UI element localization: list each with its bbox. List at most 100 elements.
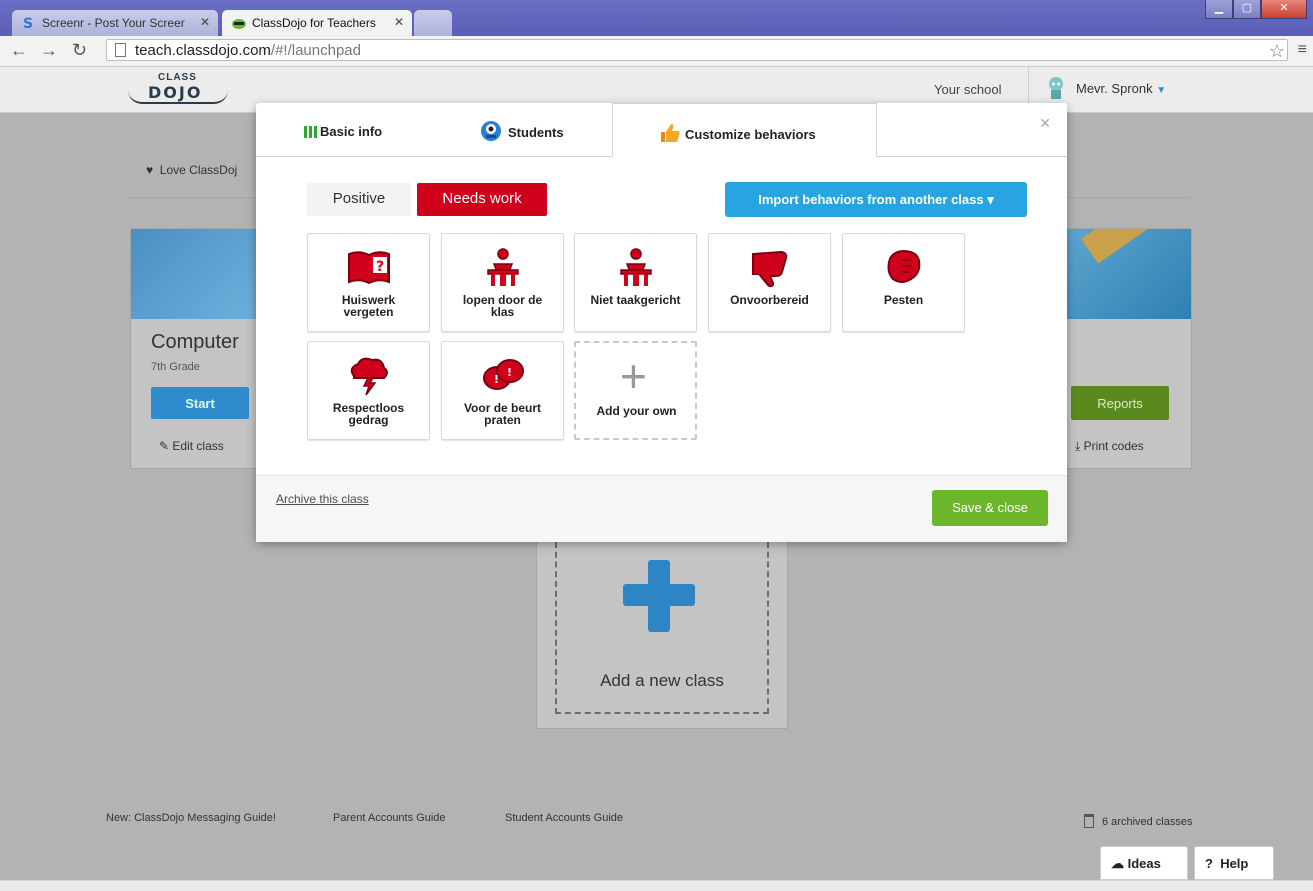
window-controls: ▁ ▢ ✕ [1205,0,1307,19]
add-class-card[interactable]: Add a new class [536,535,788,729]
behavior-label: Onvoorbereid [730,293,809,307]
horizontal-scrollbar[interactable] [0,880,1313,891]
archive-class-link[interactable]: Archive this class [276,492,369,506]
bookmark-star-icon[interactable]: ☆ [1269,41,1285,62]
behavior-label: Niet taakgericht [590,293,681,307]
window-close-icon[interactable]: ✕ [1261,0,1307,19]
student-guide-link[interactable]: Student Accounts Guide [505,812,623,824]
help-label: Help [1220,856,1249,871]
modal-footer: Archive this class Save & close [256,475,1067,542]
thumbs-up-icon [661,124,680,142]
svg-text:?: ? [376,259,384,275]
storm-cloud-icon [350,357,388,396]
plus-icon: + [620,350,647,402]
browser-tab-label: ClassDojo for Teachers [252,16,376,30]
close-icon[interactable]: ✕ [200,15,210,29]
cloud-icon: ☁ [1111,856,1124,871]
love-label: Love ClassDoj [159,163,238,177]
pencil-icon: ✎ [159,439,170,453]
behavior-card[interactable]: lopen door de klas [441,233,564,332]
class-card-banner [131,229,261,319]
class-card[interactable]: Computer 7th Grade Start ✎ Edit class [130,228,262,469]
archived-classes-link[interactable]: 6 archived classes [1084,814,1193,828]
url-path: /#!/launchpad [270,42,361,59]
minimize-icon[interactable]: ▁ [1205,0,1233,19]
logo-swoosh [128,90,228,104]
teacher-menu[interactable]: Mevr. Spronk ▼ [1076,81,1166,96]
logo-text-top: CLASS [158,72,197,83]
tab-customize-behaviors[interactable]: Customize behaviors [612,103,877,157]
download-icon: ⤓ [1075,439,1081,453]
class-card-banner [1061,229,1191,319]
reload-icon[interactable]: ↻ [72,40,87,60]
browser-menu-icon[interactable]: ≡ [1298,41,1307,59]
parent-guide-link[interactable]: Parent Accounts Guide [333,812,446,824]
class-grade: 7th Grade [151,361,200,373]
behavior-label: Respectloos gedrag [332,401,405,427]
behavior-card[interactable]: Onvoorbereid [708,233,831,332]
class-name: Computer [151,331,239,353]
edit-class-label: Edit class [172,439,224,453]
close-icon[interactable]: ✕ [394,15,404,29]
address-bar[interactable]: teach.classdojo.com/#!/launchpad [106,39,1288,61]
pencil-illustration [1081,229,1191,264]
tab-label: Basic info [320,124,383,139]
behavior-label: Pesten [883,293,924,307]
tab-students[interactable]: Students [480,103,620,156]
page-icon [115,43,126,57]
edit-class-modal: Basic info Students Customize behaviors … [256,103,1067,542]
back-arrow-icon[interactable]: ← [10,40,28,60]
behavior-card[interactable]: ! ! Voor de beurt praten [441,341,564,440]
plus-icon-bar [623,584,695,606]
import-label: Import behaviors from another class [758,192,984,207]
student-desk-icon [620,248,652,286]
maximize-icon[interactable]: ▢ [1233,0,1261,19]
love-classdojo[interactable]: ♥ Love ClassDoj [146,163,237,177]
monster-avatar-icon [481,121,501,141]
ideas-button[interactable]: ☁ Ideas [1100,846,1188,880]
behavior-label: lopen door de klas [462,293,543,319]
teacher-avatar-icon [1049,77,1063,99]
trash-icon [1084,814,1094,828]
start-button[interactable]: Start [151,387,249,419]
save-close-button[interactable]: Save & close [932,490,1048,526]
needs-work-toggle[interactable]: Needs work [417,183,547,216]
behavior-card[interactable]: Pesten [842,233,965,332]
school-link[interactable]: Your school [934,82,1001,97]
modal-close-icon[interactable]: ✕ [1039,115,1051,132]
browser-tab-classdojo[interactable]: ClassDojo for Teachers ✕ [222,10,412,36]
import-behaviors-button[interactable]: Import behaviors from another class ▾ [725,182,1027,217]
svg-text:!: ! [494,373,499,386]
browser-tab-screenr[interactable]: S Screenr - Post Your Screer ✕ [12,10,218,36]
classdojo-logo[interactable]: CLASS DOJO [128,72,228,106]
student-desk-icon [487,248,519,286]
bar-chart-icon [304,126,319,141]
behavior-card[interactable]: ? Huiswerk vergeten [307,233,430,332]
help-button[interactable]: ? Help [1194,846,1274,880]
fist-icon [887,249,921,283]
behavior-label: Voor de beurt praten [463,401,542,427]
class-card-right[interactable]: Reports ⤓ Print codes [1060,228,1192,469]
tab-basic-info[interactable]: Basic info [304,103,424,156]
new-tab-button[interactable] [414,10,452,36]
question-icon: ? [1205,856,1213,871]
behavior-card[interactable]: Respectloos gedrag [307,341,430,440]
screenr-favicon-icon: S [23,16,33,30]
edit-class-link[interactable]: ✎ Edit class [159,439,224,453]
add-class-label: Add a new class [600,671,724,690]
browser-tab-label: Screenr - Post Your Screer [42,16,185,30]
svg-text:S: S [23,16,33,30]
reports-button[interactable]: Reports [1071,386,1169,420]
speech-bubbles-icon: ! ! [483,359,524,390]
add-your-own-label: Add your own [596,404,677,418]
positive-toggle[interactable]: Positive [307,183,411,216]
add-your-own-behavior[interactable]: + Add your own [574,341,697,440]
browser-toolbar: ← → ↻ teach.classdojo.com/#!/launchpad ☆… [0,36,1313,67]
behavior-card[interactable]: Niet taakgericht [574,233,697,332]
messaging-guide-link[interactable]: New: ClassDojo Messaging Guide! [106,812,276,824]
heart-icon: ♥ [146,163,154,177]
forward-arrow-icon[interactable]: → [40,40,58,60]
url-host: teach.classdojo.com [135,42,271,59]
print-codes-link[interactable]: ⤓ Print codes [1075,439,1144,454]
teacher-name: Mevr. Spronk [1076,81,1153,96]
